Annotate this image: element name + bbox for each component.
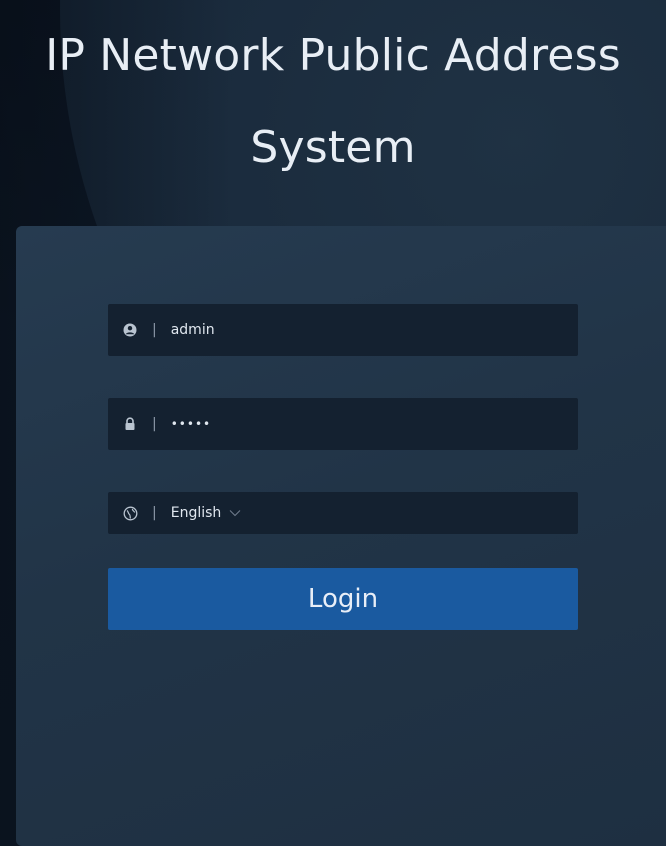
globe-icon — [122, 505, 138, 521]
language-select[interactable]: | English — [108, 492, 578, 534]
login-panel: | admin | ••••• | English Login — [16, 226, 666, 846]
username-value[interactable]: admin — [171, 322, 215, 338]
language-value: English — [170, 505, 222, 521]
password-field[interactable]: | ••••• — [108, 398, 578, 450]
user-circle-icon — [122, 322, 138, 338]
language-separator: | — [152, 505, 157, 521]
title-line-2: System — [250, 122, 416, 173]
page-title: IP Network Public Address System — [0, 10, 666, 194]
chevron-down-icon[interactable] — [229, 509, 241, 517]
lock-icon — [122, 416, 138, 432]
username-separator: | — [152, 322, 157, 338]
password-value[interactable]: ••••• — [171, 417, 211, 431]
login-button[interactable]: Login — [108, 568, 578, 630]
title-line-1: IP Network Public Address — [45, 30, 621, 81]
password-separator: | — [152, 416, 157, 432]
username-field[interactable]: | admin — [108, 304, 578, 356]
